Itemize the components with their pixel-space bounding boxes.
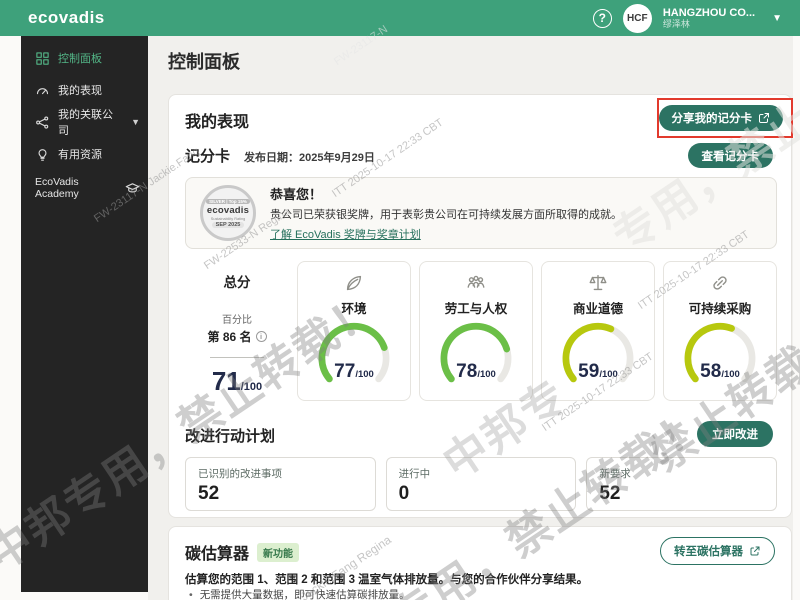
page-title: 控制面板 — [168, 48, 240, 74]
stat-label: 新要求 — [599, 466, 764, 481]
theme-score-denominator: /100 — [721, 369, 740, 380]
go-to-carbon-button[interactable]: 转至碳估算器 — [660, 537, 775, 565]
improve-now-label: 立即改进 — [712, 426, 758, 442]
sidebar-item-academy[interactable]: EcoVadis Academy — [21, 172, 148, 204]
sidebar-item-label: 有用资源 — [58, 146, 102, 162]
sidebar-item-label: 我的表现 — [58, 82, 102, 98]
score-gauge: 77/100 — [308, 312, 400, 394]
avatar[interactable]: HCF — [623, 4, 652, 33]
sidebar-item-performance[interactable]: 我的表现 — [21, 74, 148, 106]
stat-label: 进行中 — [399, 466, 564, 481]
theme-score-denominator: /100 — [355, 369, 374, 380]
sidebar-item-resources[interactable]: 有用资源 — [21, 138, 148, 170]
theme-score-denominator: /100 — [599, 369, 618, 380]
performance-panel: 我的表现 分享我的记分卡 记分卡 发布日期：2025年9月29日 查看记分卡 S… — [168, 94, 792, 518]
theme-card-ethics: 商业道德 59/100 — [541, 261, 655, 401]
stat-identified: 已识别的改进事项 52 — [185, 457, 376, 511]
carbon-panel: 碳估算器 新功能 转至碳估算器 估算您的范围 1、范围 2 和范围 3 温室气体… — [168, 526, 792, 600]
company-name: HANGZHOU CO... — [663, 7, 755, 20]
improvement-title: 改进行动计划 — [185, 425, 275, 446]
theme-score-value: 77 — [334, 361, 355, 382]
sidebar-item-dashboard[interactable]: 控制面板 — [21, 42, 148, 74]
graduation-cap-icon — [125, 181, 140, 196]
congrats-body: 贵公司已荣获银奖牌，用于表彰贵公司在可持续发展方面所取得的成就。 — [270, 206, 622, 222]
percentile-label: 百分比 — [185, 311, 289, 326]
chevron-down-icon[interactable]: ▼ — [772, 13, 782, 24]
carbon-title: 碳估算器 — [185, 540, 249, 564]
publish-date-label: 发布日期： — [244, 152, 299, 164]
scores-row: 总分 百分比 第 86 名 i 71/100 环境 77/100 劳工与人权 7… — [185, 261, 777, 401]
lightbulb-icon — [35, 147, 50, 162]
scorecard-title: 记分卡 — [185, 145, 230, 166]
congrats-card: SILVER | Top 15% ecovadis Sustainability… — [185, 177, 777, 249]
share-scorecard-label: 分享我的记分卡 — [672, 110, 753, 126]
sidebar: 控制面板 我的表现 我的关联公司 ▼ 有用资源 EcoVadis Academy — [21, 36, 148, 592]
chain-link-icon — [709, 272, 731, 294]
sidebar-item-label: 我的关联公司 — [58, 106, 123, 138]
theme-score-value: 59 — [578, 361, 599, 382]
medal-brand: ecovadis — [207, 205, 249, 216]
medal-date: SEP 2025 — [212, 222, 245, 228]
scales-icon — [587, 272, 609, 294]
share-export-icon — [758, 112, 770, 124]
overall-score-value: 71 — [212, 366, 241, 396]
overall-label: 总分 — [185, 271, 289, 291]
user-name: 缪泽林 — [663, 19, 755, 29]
stat-in-progress: 进行中 0 — [386, 457, 577, 511]
medal-tier: SILVER | Top 15% — [206, 199, 250, 204]
people-icon — [464, 272, 488, 294]
sidebar-item-network[interactable]: 我的关联公司 ▼ — [21, 106, 148, 138]
app-header: ecovadis ? HCF HANGZHOU CO... 缪泽林 ▼ — [0, 0, 800, 36]
theme-score-value: 78 — [456, 361, 477, 382]
gauge-icon — [35, 83, 50, 98]
sidebar-item-label: 控制面板 — [58, 50, 102, 66]
stat-label: 已识别的改进事项 — [198, 466, 363, 481]
theme-card-environment: 环境 77/100 — [297, 261, 411, 401]
improvement-stats: 已识别的改进事项 52 进行中 0 新要求 52 — [185, 457, 777, 511]
medal-subtitle: Sustainability Rating — [211, 217, 245, 221]
theme-card-procurement: 可持续采购 58/100 — [663, 261, 777, 401]
score-gauge: 59/100 — [552, 312, 644, 394]
score-gauge: 58/100 — [674, 312, 766, 394]
improve-now-button[interactable]: 立即改进 — [697, 421, 773, 447]
overall-score-block: 总分 百分比 第 86 名 i 71/100 — [185, 261, 289, 401]
theme-score-value: 58 — [700, 361, 721, 382]
carbon-bullet: 无需提供大量数据，即可快速估算碳排放量。 — [200, 589, 410, 600]
external-link-icon — [749, 545, 761, 557]
stat-value: 52 — [198, 483, 363, 505]
new-feature-badge: 新功能 — [257, 543, 299, 562]
stat-new-requests: 新要求 52 — [586, 457, 777, 511]
overall-score: 71/100 — [185, 366, 289, 397]
performance-title: 我的表现 — [185, 108, 249, 132]
carbon-bullets: 无需提供大量数据，即可快速估算碳排放量。 根据温室气体核算体系标准进行估算，确保… — [189, 589, 515, 600]
chevron-down-icon[interactable]: ▼ — [131, 117, 140, 127]
carbon-description: 估算您的范围 1、范围 2 和范围 3 温室气体排放量。与您的合作伙伴分享结果。 — [185, 571, 588, 587]
ecovadis-logo: ecovadis — [28, 8, 105, 28]
leaf-icon — [343, 272, 365, 294]
publish-date: 发布日期：2025年9月29日 — [244, 149, 375, 165]
go-to-carbon-label: 转至碳估算器 — [674, 543, 743, 559]
view-scorecard-label: 查看记分卡 — [702, 148, 760, 164]
overall-score-denominator: /100 — [241, 381, 262, 393]
help-icon[interactable]: ? — [593, 9, 612, 28]
share-scorecard-button[interactable]: 分享我的记分卡 — [659, 105, 784, 131]
account-menu[interactable]: HANGZHOU CO... 缪泽林 — [663, 7, 755, 30]
silver-medal-badge: SILVER | Top 15% ecovadis Sustainability… — [200, 185, 256, 241]
info-icon[interactable]: i — [256, 331, 267, 342]
theme-score-denominator: /100 — [477, 369, 496, 380]
view-scorecard-button[interactable]: 查看记分卡 — [688, 143, 774, 168]
rank-value: 第 86 名 — [207, 328, 251, 345]
divider — [210, 357, 264, 358]
theme-card-labor: 劳工与人权 78/100 — [419, 261, 533, 401]
stat-value: 0 — [399, 483, 564, 505]
network-icon — [35, 115, 50, 130]
publish-date-value: 2025年9月29日 — [299, 152, 375, 164]
score-gauge: 78/100 — [430, 312, 522, 394]
stat-value: 52 — [599, 483, 764, 505]
medal-program-link[interactable]: 了解 EcoVadis 奖牌与奖章计划 — [270, 229, 421, 241]
dashboard-grid-icon — [35, 51, 50, 66]
sidebar-item-label: EcoVadis Academy — [35, 176, 117, 200]
congrats-title: 恭喜您！ — [270, 184, 622, 203]
